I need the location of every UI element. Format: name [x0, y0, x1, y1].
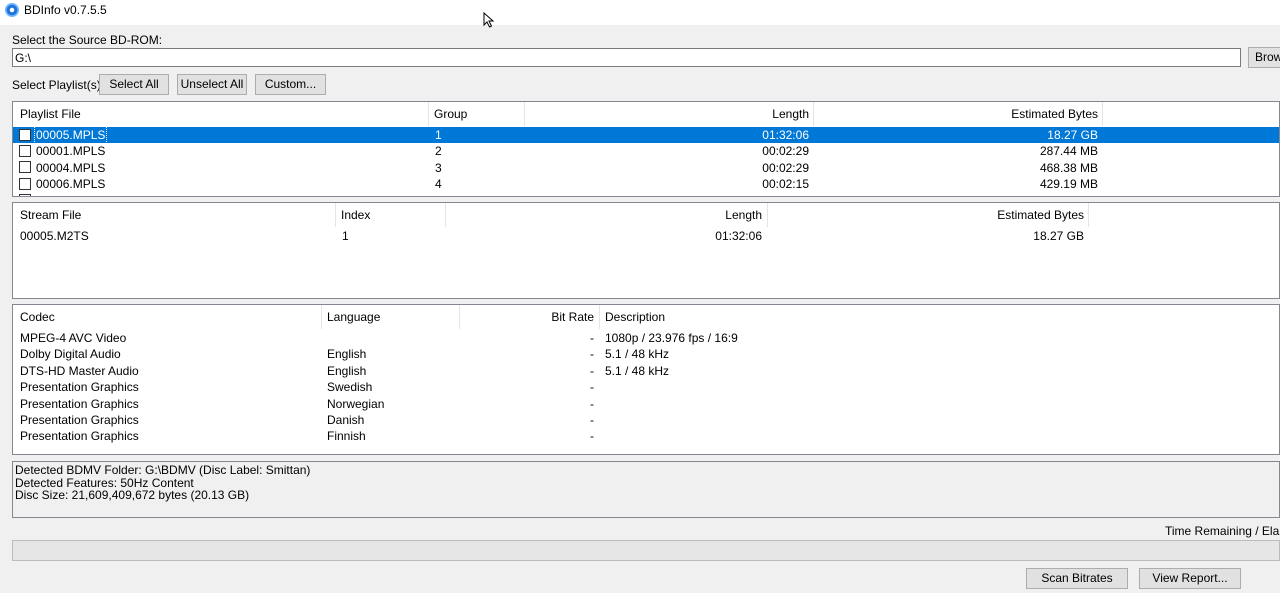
- codec-bitrate: -: [590, 331, 594, 345]
- column-header-length[interactable]: Length: [446, 203, 762, 227]
- codec-language: Swedish: [327, 380, 373, 394]
- select-playlists-label: Select Playlist(s):: [12, 78, 105, 92]
- stream-list[interactable]: Stream File Index Length Estimated Bytes…: [12, 202, 1280, 299]
- column-header-index[interactable]: Index: [341, 203, 370, 227]
- status-box: Detected BDMV Folder: G:\BDMV (Disc Labe…: [12, 461, 1280, 518]
- scan-progress-bar: [12, 540, 1280, 561]
- playlist-file[interactable]: 00004.MPLS: [36, 160, 105, 176]
- codec-language: Danish: [327, 413, 365, 427]
- browse-button[interactable]: Brows: [1248, 47, 1280, 68]
- column-header-language[interactable]: Language: [327, 305, 380, 329]
- playlist-checkbox[interactable]: [19, 129, 31, 141]
- codec-bitrate: -: [590, 429, 594, 443]
- playlist-group: 4: [435, 177, 442, 191]
- column-header-bit-rate[interactable]: Bit Rate: [460, 305, 594, 329]
- playlist-bytes: 429.19 MB: [1039, 177, 1098, 191]
- playlist-group: 2: [435, 144, 442, 158]
- title-bar: [0, 0, 1280, 25]
- column-header-estimated-bytes[interactable]: Estimated Bytes: [814, 102, 1098, 126]
- codec-language: Norwegian: [327, 397, 385, 411]
- codec-language: English: [327, 347, 367, 361]
- codec-name[interactable]: Presentation Graphics: [20, 379, 139, 395]
- codec-name[interactable]: MPEG-4 AVC Video: [20, 330, 126, 346]
- column-header-estimated-bytes[interactable]: Estimated Bytes: [768, 203, 1084, 227]
- stream-index: 1: [342, 229, 349, 243]
- source-label: Select the Source BD-ROM:: [12, 33, 163, 47]
- app-disc-icon: [5, 3, 19, 17]
- playlist-checkbox[interactable]: [19, 178, 31, 190]
- codec-name[interactable]: Presentation Graphics: [20, 412, 139, 428]
- codec-language: English: [327, 364, 367, 378]
- window-title: BDInfo v0.7.5.5: [24, 3, 107, 17]
- column-header-description[interactable]: Description: [605, 305, 665, 329]
- playlist-checkbox[interactable]: [19, 194, 31, 196]
- playlist-checkbox[interactable]: [19, 145, 31, 157]
- playlist-length: 00:02:29: [762, 161, 809, 175]
- playlist-checkbox[interactable]: [19, 161, 31, 173]
- playlist-group: 1: [435, 128, 442, 142]
- scan-bitrates-button[interactable]: Scan Bitrates: [1026, 568, 1128, 589]
- column-header-playlist-file[interactable]: Playlist File: [20, 102, 81, 126]
- stream-bytes: 18.27 GB: [1033, 229, 1084, 243]
- codec-bitrate: -: [590, 347, 594, 361]
- source-path-input[interactable]: G:\: [12, 48, 1241, 67]
- codec-description: 5.1 / 48 kHz: [605, 347, 670, 361]
- stream-length: 01:32:06: [715, 229, 762, 243]
- codec-list[interactable]: Codec Language Bit Rate Description MPEG…: [12, 304, 1280, 455]
- codec-bitrate: -: [590, 380, 594, 394]
- playlist-length: 00:02:15: [762, 177, 809, 191]
- codec-name[interactable]: Presentation Graphics: [20, 396, 139, 412]
- time-remaining-label: Time Remaining / Elapse: [1165, 524, 1280, 538]
- codec-name[interactable]: Dolby Digital Audio: [20, 346, 121, 362]
- codec-language: Finnish: [327, 429, 366, 443]
- stream-file[interactable]: 00005.M2TS: [20, 228, 89, 244]
- playlist-file[interactable]: 00001.MPLS: [36, 143, 105, 159]
- playlist-file[interactable]: 00006.MPLS: [36, 176, 105, 192]
- column-header-stream-file[interactable]: Stream File: [20, 203, 81, 227]
- view-report-button[interactable]: View Report...: [1139, 568, 1241, 589]
- codec-description: 1080p / 23.976 fps / 16:9: [605, 331, 738, 345]
- codec-description: 5.1 / 48 kHz: [605, 364, 670, 378]
- column-header-group[interactable]: Group: [434, 102, 467, 126]
- playlist-bytes: 468.38 MB: [1039, 161, 1098, 175]
- codec-bitrate: -: [590, 397, 594, 411]
- column-header-length[interactable]: Length: [525, 102, 809, 126]
- status-line: Detected BDMV Folder: G:\BDMV (Disc Labe…: [15, 463, 311, 477]
- codec-name[interactable]: Presentation Graphics: [20, 428, 139, 444]
- mouse-cursor-icon: [483, 12, 495, 28]
- column-header-codec[interactable]: Codec: [20, 305, 55, 329]
- playlist-list[interactable]: Playlist File Group Length Estimated Byt…: [12, 101, 1280, 197]
- codec-name[interactable]: DTS-HD Master Audio: [20, 363, 139, 379]
- playlist-bytes: 18.27 GB: [1047, 128, 1098, 142]
- custom-button[interactable]: Custom...: [255, 74, 326, 95]
- select-all-button[interactable]: Select All: [99, 74, 169, 95]
- codec-bitrate: -: [590, 364, 594, 378]
- playlist-bytes: 287.44 MB: [1039, 144, 1098, 158]
- playlist-length: 01:32:06: [762, 128, 809, 142]
- playlist-group: 3: [435, 161, 442, 175]
- playlist-length: 00:02:29: [762, 144, 809, 158]
- playlist-file[interactable]: 00005.MPLS: [33, 126, 108, 144]
- unselect-all-button[interactable]: Unselect All: [177, 74, 247, 95]
- codec-bitrate: -: [590, 413, 594, 427]
- status-line: Disc Size: 21,609,409,672 bytes (20.13 G…: [15, 488, 250, 502]
